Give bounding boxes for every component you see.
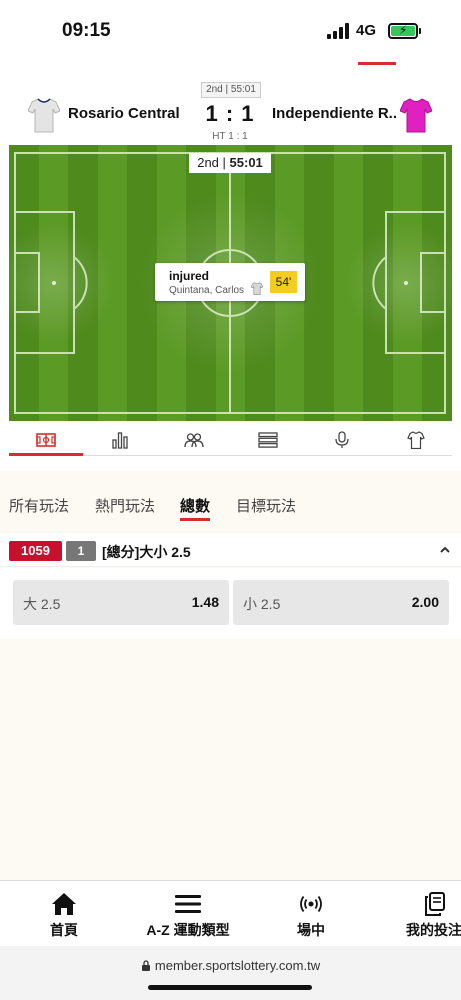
bet-slip-icon xyxy=(424,891,446,917)
tab-lineups[interactable] xyxy=(157,426,231,454)
home-jersey-icon xyxy=(27,97,61,138)
nav-home[interactable]: 首頁 xyxy=(36,881,92,947)
menu-icon xyxy=(175,891,201,917)
battery-icon: ⚡ xyxy=(388,23,418,39)
pitch-clock: 2nd | 55:01 xyxy=(189,153,271,173)
lock-icon xyxy=(141,960,150,971)
match-score: 1 : 1 xyxy=(205,101,255,126)
nav-label: 首頁 xyxy=(50,922,78,938)
market-header[interactable]: 1059 1 [總分]大小 2.5 xyxy=(0,533,461,567)
battery-cap xyxy=(419,28,421,34)
betting-area xyxy=(0,470,461,880)
period-time-badge: 2nd | 55:01 xyxy=(201,82,261,98)
selection-odds: 1.48 xyxy=(191,594,219,610)
tab-standings[interactable] xyxy=(231,426,305,454)
bottom-navigation: 首頁 A-Z 運動類型 場中 我的投注 xyxy=(0,880,461,946)
away-team-name: Independiente R... xyxy=(272,105,396,122)
home-team-name: Rosario Central xyxy=(68,105,180,122)
active-indicator xyxy=(358,62,396,65)
pitch-clock-time: 55:01 xyxy=(229,155,263,170)
odds-over-button[interactable]: 大 2.5 1.48 xyxy=(13,580,229,625)
network-type: 4G xyxy=(356,22,377,39)
selection-odds: 2.00 xyxy=(411,594,439,610)
nav-label: A-Z 運動類型 xyxy=(146,922,230,938)
browser-url-bar[interactable]: member.sportslottery.com.tw xyxy=(0,946,461,1000)
market-count-badge: 1 xyxy=(66,541,96,561)
away-jersey-icon xyxy=(399,97,433,138)
pitch-icon xyxy=(36,432,56,447)
signal-strength-icon xyxy=(327,23,351,39)
selection-label: 大 2.5 xyxy=(23,596,61,612)
status-bar: 09:15 4G ⚡ xyxy=(0,0,461,64)
tab-statistics[interactable] xyxy=(83,426,157,454)
active-tab-underline xyxy=(180,518,210,521)
nav-my-bets[interactable]: 我的投注 xyxy=(404,881,461,947)
tab-goal-markets[interactable]: 目標玩法 xyxy=(236,495,296,516)
bar-chart-icon xyxy=(112,432,128,449)
url-text: member.sportslottery.com.tw xyxy=(154,958,321,973)
jersey-icon xyxy=(407,431,425,449)
event-type: injured xyxy=(169,269,210,283)
home-icon xyxy=(51,891,77,917)
players-icon xyxy=(184,433,204,448)
tab-commentary[interactable] xyxy=(305,426,379,454)
nav-live[interactable]: 場中 xyxy=(286,881,336,947)
tab-popular-markets[interactable]: 熱門玩法 xyxy=(95,495,155,516)
microphone-icon xyxy=(335,431,349,448)
nav-label: 場中 xyxy=(297,922,325,938)
nav-label: 我的投注 xyxy=(406,922,461,938)
status-time: 09:15 xyxy=(62,20,111,41)
home-indicator[interactable] xyxy=(148,985,312,990)
event-player: Quintana, Carlos xyxy=(169,285,245,296)
nav-sports-a-z[interactable]: A-Z 運動類型 xyxy=(136,881,240,947)
list-icon xyxy=(258,432,278,448)
url-display: member.sportslottery.com.tw xyxy=(0,958,461,973)
odds-under-button[interactable]: 小 2.5 2.00 xyxy=(233,580,449,625)
chevron-up-icon[interactable] xyxy=(438,543,452,562)
pitch-period: 2nd xyxy=(197,155,219,170)
market-id-badge: 1059 xyxy=(9,541,62,561)
tab-pitch[interactable] xyxy=(9,426,83,456)
tab-totals[interactable]: 總數 xyxy=(180,495,210,516)
match-view-tabs xyxy=(9,426,452,456)
player-shirt-icon xyxy=(250,282,264,300)
half-time-score: HT 1 : 1 xyxy=(212,131,248,142)
selection-label: 小 2.5 xyxy=(243,596,281,612)
odds-row: 大 2.5 1.48 小 2.5 2.00 xyxy=(0,568,461,638)
market-title: [總分]大小 2.5 xyxy=(102,544,191,560)
tab-teams[interactable] xyxy=(379,426,453,454)
event-card: injured Quintana, Carlos 54' xyxy=(155,263,305,301)
market-tabs: 所有玩法 熱門玩法 總數 目標玩法 xyxy=(0,480,461,530)
tab-all-markets[interactable]: 所有玩法 xyxy=(9,495,69,516)
live-broadcast-icon xyxy=(299,891,323,917)
event-minute: 54' xyxy=(270,271,297,293)
